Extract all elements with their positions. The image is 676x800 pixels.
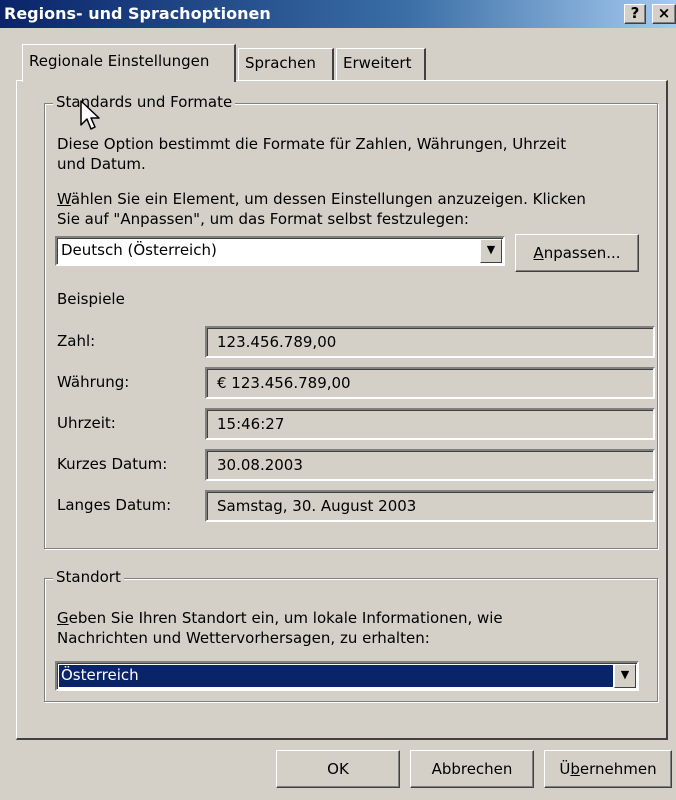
chevron-down-icon[interactable]: ▼ [614,664,636,688]
accelerator-key: A [533,244,544,262]
location-group-label: Standort [53,568,124,586]
accelerator-key: G [57,609,69,627]
customize-button-label: npassen... [543,244,621,262]
example-label-short-date: Kurzes Datum: [57,455,168,473]
mouse-cursor-icon [80,100,100,130]
standards-instruction-line1: Wählen Sie ein Element, um dessen Einste… [57,190,586,208]
example-value: Samstag, 30. August 2003 [217,497,417,515]
standards-description-line1: Diese Option bestimmt die Formate für Za… [57,135,567,153]
cancel-button[interactable]: Abbrechen [410,750,534,788]
location-dropdown[interactable]: Österreich ▼ [55,661,639,691]
tab-advanced[interactable]: Erweitert [336,48,426,80]
example-field-short-date: 30.08.2003 [205,449,655,481]
location-description-line2: Nachrichten und Wettervorhersagen, zu er… [57,629,430,647]
example-label-time: Uhrzeit: [57,414,116,432]
example-label-long-date: Langes Datum: [57,496,172,514]
accelerator-key: b [570,760,580,778]
examples-label: Beispiele [57,290,125,308]
example-value: 123.456.789,00 [217,333,337,351]
instruction-text: ählen Sie ein Element, um dessen Einstel… [70,190,586,208]
example-value: 15:46:27 [217,415,285,433]
apply-button-label-start: Ü [559,760,571,778]
location-description-line1: Geben Sie Ihren Standort ein, um lokale … [57,609,503,627]
tab-panel: Standards und Formate Diese Option besti… [16,80,668,740]
locale-dropdown-value: Deutsch (Österreich) [61,241,217,259]
location-dropdown-value: Österreich [59,665,613,687]
standards-group: Standards und Formate Diese Option besti… [44,93,658,549]
tab-regional-settings[interactable]: Regionale Einstellungen [22,44,236,82]
location-description-text: eben Sie Ihren Standort ein, um lokale I… [68,609,503,627]
location-group: Standort Geben Sie Ihren Standort ein, u… [44,568,658,702]
example-field-currency: € 123.456.789,00 [205,367,655,399]
title-bar[interactable]: Regions- und Sprachoptionen ? × [0,0,676,28]
ok-button[interactable]: OK [276,750,400,788]
example-field-long-date: Samstag, 30. August 2003 [205,490,655,522]
standards-instruction-line2: Sie auf "Anpassen", um das Format selbst… [57,210,469,228]
apply-button[interactable]: Übernehmen [544,750,672,788]
example-field-number: 123.456.789,00 [205,326,655,358]
example-label-number: Zahl: [57,332,96,350]
chevron-down-icon[interactable]: ▼ [480,239,502,263]
help-icon[interactable]: ? [624,4,646,24]
tab-label: Regionale Einstellungen [29,52,210,70]
window-title: Regions- und Sprachoptionen [4,4,271,23]
example-value: € 123.456.789,00 [217,374,351,392]
accelerator-key: W [57,190,71,208]
tab-languages[interactable]: Sprachen [238,48,334,80]
close-icon[interactable]: × [652,4,676,24]
example-label-currency: Währung: [57,373,130,391]
standards-description-line2: und Datum. [57,155,146,173]
tab-label: Erweitert [343,54,412,72]
example-field-time: 15:46:27 [205,408,655,440]
locale-dropdown[interactable]: Deutsch (Österreich) ▼ [55,236,505,266]
apply-button-label-end: ernehmen [579,760,657,778]
tab-label: Sprachen [245,54,316,72]
example-value: 30.08.2003 [217,456,303,474]
customize-button[interactable]: Anpassen... [515,234,639,272]
